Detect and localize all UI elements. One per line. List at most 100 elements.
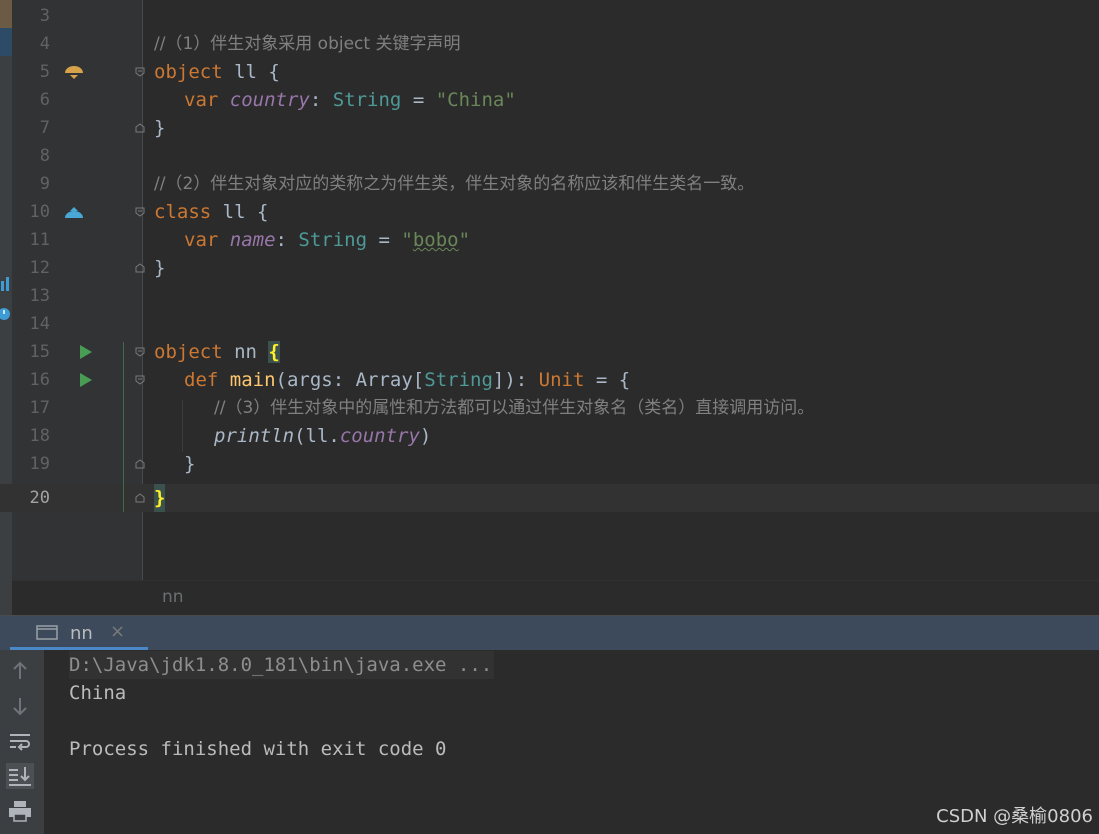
code-token: = { bbox=[584, 369, 631, 391]
code-text: println(ll.country) bbox=[214, 422, 431, 450]
string-literal: bobo bbox=[412, 229, 459, 251]
string-quote: " bbox=[401, 229, 413, 251]
code-line: 10 class ll { bbox=[0, 198, 1099, 226]
scope-guide bbox=[123, 342, 124, 512]
line-number: 10 bbox=[29, 202, 50, 222]
console-output-line: China bbox=[69, 682, 127, 704]
keyword: var bbox=[184, 89, 230, 111]
run-tool-window-header: nn × bbox=[0, 615, 1099, 651]
code-text: object ll { bbox=[154, 58, 280, 86]
type-name: String bbox=[332, 89, 402, 111]
soft-wrap-icon[interactable] bbox=[6, 728, 34, 754]
code-line: 8 bbox=[0, 142, 1099, 170]
line-number: 6 bbox=[39, 90, 50, 110]
code-line: 11 var name: String = "bobo" bbox=[0, 226, 1099, 254]
type-name: String bbox=[424, 369, 493, 391]
fold-icon[interactable] bbox=[135, 375, 145, 385]
code-token: : bbox=[275, 229, 299, 251]
matched-brace: } bbox=[154, 484, 166, 512]
code-token: ) bbox=[419, 425, 432, 447]
fold-icon[interactable] bbox=[135, 347, 145, 357]
comment: //（3）伴生对象中的属性和方法都可以通过伴生对象名（类名）直接调用访问。 bbox=[214, 398, 815, 418]
line-number: 18 bbox=[29, 426, 50, 446]
type-name: String bbox=[298, 229, 368, 251]
fold-end-icon[interactable] bbox=[135, 459, 145, 469]
comment: //（1）伴生对象采用 object 关键字声明 bbox=[154, 34, 461, 54]
code-text: } bbox=[154, 257, 166, 279]
fold-end-icon[interactable] bbox=[135, 493, 145, 503]
code-token: = bbox=[367, 229, 402, 251]
console-exit-line: Process finished with exit code 0 bbox=[69, 738, 447, 760]
function-name: main bbox=[229, 369, 276, 391]
line-number: 15 bbox=[29, 342, 50, 362]
field-name: country bbox=[229, 89, 310, 111]
line-number: 19 bbox=[29, 454, 50, 474]
code-token: (args: Array[ bbox=[275, 369, 425, 391]
code-text: def main(args: Array[String]): Unit = { bbox=[184, 366, 630, 394]
line-number: 20 bbox=[29, 488, 50, 508]
field-name: country bbox=[339, 425, 420, 447]
run-tab[interactable]: nn × bbox=[10, 616, 148, 651]
code-text: var country: String = "China" bbox=[184, 86, 516, 114]
companion-class-icon[interactable] bbox=[64, 205, 84, 219]
line-number: 13 bbox=[29, 286, 50, 306]
close-icon[interactable]: × bbox=[110, 621, 125, 642]
code-token: : bbox=[309, 89, 333, 111]
arrow-down-icon[interactable] bbox=[6, 693, 34, 719]
line-number: 3 bbox=[39, 6, 50, 26]
matched-brace: { bbox=[268, 341, 280, 363]
line-number: 7 bbox=[39, 118, 50, 138]
console-icon bbox=[36, 625, 60, 645]
line-number: 12 bbox=[29, 258, 50, 278]
field-name: name bbox=[229, 229, 276, 251]
fold-end-icon[interactable] bbox=[135, 263, 145, 273]
code-line: 6 var country: String = "China" bbox=[0, 86, 1099, 114]
keyword: var bbox=[184, 229, 230, 251]
code-line: 9 //（2）伴生对象对应的类称之为伴生类，伴生对象的名称应该和伴生类名一致。 bbox=[0, 170, 1099, 198]
scroll-to-end-icon[interactable] bbox=[6, 763, 34, 789]
code-line: 7 } bbox=[0, 114, 1099, 142]
line-number: 11 bbox=[29, 230, 50, 250]
code-text: class ll { bbox=[154, 198, 268, 226]
console-toolbar bbox=[0, 650, 44, 834]
fold-icon[interactable] bbox=[135, 67, 145, 77]
line-number: 16 bbox=[29, 370, 50, 390]
keyword: def bbox=[184, 369, 230, 391]
string-literal: "China" bbox=[435, 89, 516, 111]
line-number: 4 bbox=[39, 34, 50, 54]
print-icon[interactable] bbox=[6, 798, 34, 824]
watermark: CSDN @桑榆0806 bbox=[936, 806, 1093, 827]
arrow-up-icon[interactable] bbox=[6, 658, 34, 684]
code-line: 12 } bbox=[0, 254, 1099, 282]
code-line: 16 def main(args: Array[String]): Unit =… bbox=[0, 366, 1099, 394]
code-line: 4 //（1）伴生对象采用 object 关键字声明 bbox=[0, 30, 1099, 58]
breadcrumb[interactable]: nn bbox=[162, 587, 184, 607]
code-text: var name: String = "bobo" bbox=[184, 226, 470, 254]
line-number: 14 bbox=[29, 314, 50, 334]
keyword: object bbox=[154, 341, 223, 363]
run-icon[interactable] bbox=[80, 345, 92, 359]
fold-end-icon[interactable] bbox=[135, 123, 145, 133]
code-line: 5 object ll { bbox=[0, 58, 1099, 86]
code-line: 17 //（3）伴生对象中的属性和方法都可以通过伴生对象名（类名）直接调用访问。 bbox=[0, 394, 1099, 422]
line-number: 5 bbox=[39, 62, 50, 82]
code-line: 14 bbox=[0, 310, 1099, 338]
code-token: ll { bbox=[211, 201, 269, 223]
function-call: println bbox=[214, 425, 295, 447]
string-quote: " bbox=[458, 229, 471, 251]
line-number: 17 bbox=[29, 398, 50, 418]
code-text: } bbox=[184, 453, 196, 475]
code-line-current: 20 } bbox=[0, 484, 1099, 512]
keyword: class bbox=[154, 201, 212, 223]
fold-icon[interactable] bbox=[135, 207, 145, 217]
code-text: object nn { bbox=[154, 338, 280, 366]
companion-object-icon[interactable] bbox=[64, 65, 84, 79]
breadcrumb-bar: nn bbox=[12, 580, 1099, 616]
run-icon[interactable] bbox=[80, 373, 92, 387]
code-line: 19 } bbox=[0, 450, 1099, 478]
type-name: Unit bbox=[538, 369, 585, 391]
code-token: (ll. bbox=[294, 425, 340, 447]
code-text: } bbox=[154, 117, 166, 139]
run-tab-label: nn bbox=[70, 623, 93, 644]
code-line: 3 bbox=[0, 2, 1099, 30]
